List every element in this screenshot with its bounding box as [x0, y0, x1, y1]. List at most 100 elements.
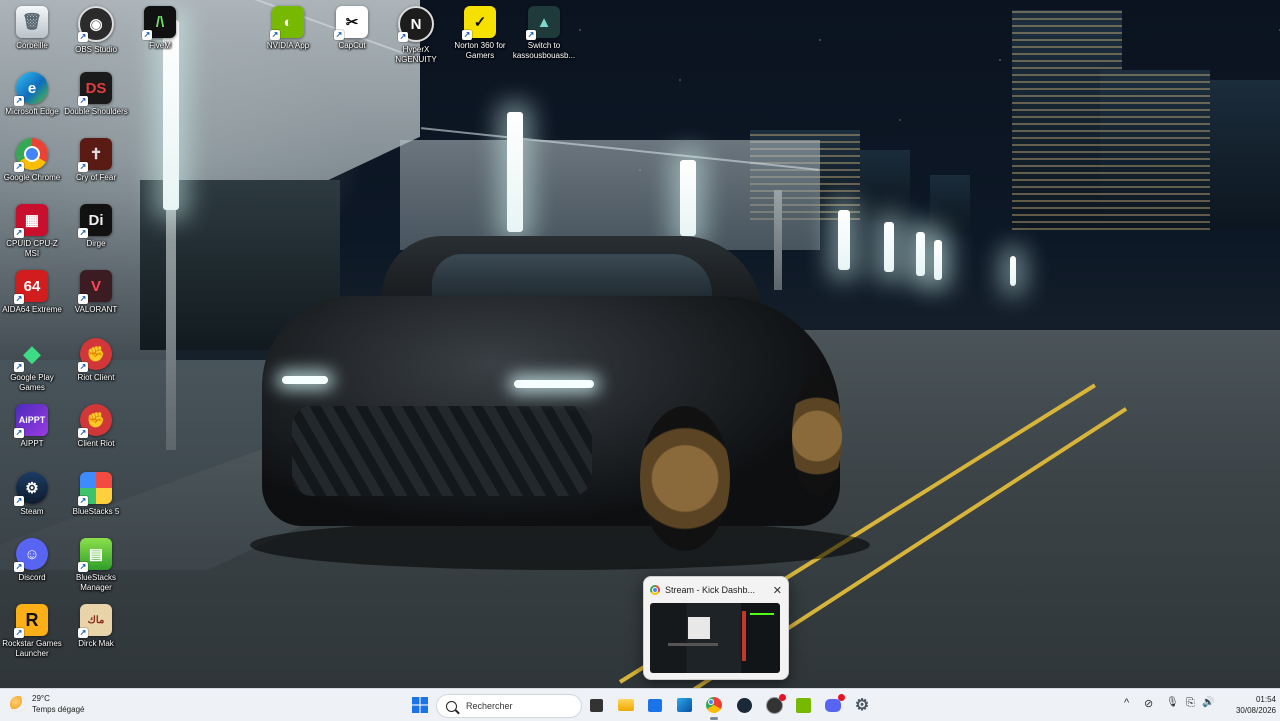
outlook-icon — [676, 698, 692, 712]
weather-desc: Temps dégagé — [32, 705, 85, 714]
desktop-icon-label: CPUID CPU-Z MSI — [6, 239, 58, 258]
folder-icon — [618, 699, 634, 711]
wallpaper-building — [930, 175, 970, 235]
desktop-icon-label: FiveM — [149, 41, 171, 50]
desktop-icon-label: Riot Client — [77, 373, 115, 382]
desktop-icon-cry-of-fear[interactable]: ✝ ↗ Cry of Fear — [64, 138, 128, 183]
fivem-icon: /\ ↗ — [142, 6, 176, 40]
taskbar-nvidia[interactable] — [791, 693, 815, 717]
desktop-icon-steam[interactable]: ⚙ ↗ Steam — [0, 472, 64, 517]
volume-icon[interactable]: 🔊 — [1202, 697, 1214, 708]
preview-screenshot[interactable] — [650, 603, 780, 673]
chrome-icon: ↗ — [14, 138, 48, 172]
taskbar-settings[interactable]: ⚙ — [850, 693, 874, 717]
tray-overflow-button[interactable]: ^ — [1124, 697, 1129, 709]
taskbar-steam[interactable] — [732, 693, 756, 717]
desktop-icon-label: HyperX NGENUITY — [395, 45, 437, 64]
desktop-icon-label: Discord — [18, 573, 46, 582]
start-button[interactable] — [408, 693, 432, 717]
desktop-icon-label: CapCut — [338, 41, 366, 50]
desktop-wallpaper — [0, 0, 1280, 688]
discord-icon — [825, 693, 845, 712]
rockstar-icon: R ↗ — [14, 604, 48, 638]
windows-icon — [412, 697, 428, 713]
desktop-icon-aida64[interactable]: 64 ↗ AIDA64 Extreme — [0, 270, 64, 315]
desktop-icon-nvidia[interactable]: ◐ ↗ NVIDIA App — [256, 6, 320, 51]
desktop-icon-bluestacks[interactable]: ↗ BlueStacks 5 — [64, 472, 128, 517]
desktop-icon-dirck-mak[interactable]: ماك ↗ Dirck Mak — [64, 604, 128, 649]
client-riot-icon: ✊ ↗ — [78, 404, 112, 438]
taskbar-clock[interactable]: 01:54 30/08/2026 — [1222, 694, 1276, 716]
desktop-icon-riot-client[interactable]: ✊ ↗ Riot Client — [64, 338, 128, 383]
taskbar-store[interactable] — [643, 693, 667, 717]
desktop-icon-obs[interactable]: ◉ ↗ OBS Studio — [64, 6, 128, 55]
desktop-icon-norton[interactable]: ✓ ↗ Norton 360 for Gamers — [448, 6, 512, 61]
desktop-icon-capcut[interactable]: ✂ ↗ CapCut — [320, 6, 384, 51]
taskbar-obs[interactable] — [762, 693, 786, 717]
nvidia-icon — [795, 697, 811, 713]
desktop-icon-cpuz[interactable]: ▦ ↗ CPUID CPU-Z MSI — [0, 204, 64, 259]
desktop-icon-bluestacks-manager[interactable]: ▤ ↗ BlueStacks Manager — [64, 538, 128, 593]
gear-icon: ⚙ — [854, 697, 870, 714]
taskbar-search[interactable]: Rechercher — [436, 694, 582, 718]
taskbar-file-explorer[interactable] — [614, 693, 638, 717]
wallpaper-lamp — [884, 222, 894, 272]
store-icon — [648, 698, 662, 712]
wallpaper-lamp — [934, 240, 942, 280]
discord-icon: ☺ ↗ — [14, 538, 48, 572]
preview-panel — [668, 643, 718, 646]
wallpaper-lamp-pole — [166, 200, 176, 450]
wallpaper-building — [860, 150, 910, 220]
desktop-icon-switch-account[interactable]: ▲ ↗ Switch to kassousbouasb... — [512, 6, 576, 61]
car-wheel — [640, 406, 730, 551]
desktop-icon-label: Switch to kassousbouasb... — [512, 41, 576, 60]
desktop-icon-google-play-games[interactable]: ◆ ↗ Google Play Games — [0, 338, 64, 393]
wallpaper-lamp — [507, 112, 523, 232]
nvidia-icon: ◐ ↗ — [270, 6, 304, 40]
wallpaper-skyscraper — [1210, 80, 1280, 230]
desktop-icon-valorant[interactable]: V ↗ VALORANT — [64, 270, 128, 315]
desktop-icon-aippt[interactable]: AiPPT ↗ AIPPT — [0, 404, 64, 449]
desktop-icon-label: BlueStacks Manager — [75, 573, 117, 592]
preview-header: Stream - Kick Dashb... ✕ — [650, 583, 782, 597]
taskbar-task-view[interactable] — [584, 693, 608, 717]
desktop-icon-discord[interactable]: ☺ ↗ Discord — [0, 538, 64, 583]
taskbar-discord[interactable] — [821, 693, 845, 717]
car-grille — [292, 406, 592, 496]
desktop-icon-recycle-bin[interactable]: 🗑 Corbeille — [0, 6, 64, 51]
taskbar-chrome[interactable] — [702, 693, 726, 720]
capcut-icon: ✂ ↗ — [334, 6, 368, 40]
taskbar-window-preview[interactable]: Stream - Kick Dashb... ✕ — [643, 576, 789, 680]
microphone-icon[interactable]: 🎙 — [1166, 697, 1179, 708]
preview-panel — [688, 617, 710, 639]
desktop-icon-client-riot[interactable]: ✊ ↗ Client Riot — [64, 404, 128, 449]
wallpaper-lamp — [916, 232, 925, 276]
wifi-off-icon[interactable]: ⊘ — [1144, 697, 1153, 710]
switch-account-icon: ▲ ↗ — [526, 6, 560, 40]
desktop-icon-label: Microsoft Edge — [5, 107, 59, 116]
taskbar-outlook[interactable] — [672, 693, 696, 717]
network-icon[interactable]: ⎘ — [1186, 697, 1195, 710]
desktop-icon-label: AIDA64 Extreme — [2, 305, 62, 314]
double-shoulders-icon: DS ↗ — [78, 72, 112, 106]
clock-date: 30/08/2026 — [1235, 706, 1276, 715]
preview-panel — [742, 611, 746, 661]
desktop-icon-chrome[interactable]: ↗ Google Chrome — [0, 138, 64, 183]
wallpaper-car — [262, 236, 842, 556]
steam-icon: ⚙ ↗ — [14, 472, 48, 506]
clock-time: 01:54 — [1255, 695, 1276, 704]
desktop-icon-rockstar[interactable]: R ↗ Rockstar Games Launcher — [0, 604, 64, 659]
desktop-icon-hyperx[interactable]: N ↗ HyperX NGENUITY — [384, 6, 448, 65]
weather-temp: 29°C — [32, 694, 50, 703]
desktop-icon-fivem[interactable]: /\ ↗ FiveM — [128, 6, 192, 51]
aida64-icon: 64 ↗ — [14, 270, 48, 304]
car-headlight — [514, 380, 594, 388]
preview-close-button[interactable]: ✕ — [773, 584, 782, 597]
desktop-icon-edge[interactable]: e ↗ Microsoft Edge — [0, 72, 64, 117]
obs-icon: ◉ ↗ — [78, 6, 114, 42]
riot-client-icon: ✊ ↗ — [78, 338, 112, 372]
edge-icon: e ↗ — [14, 72, 48, 106]
desktop-icon-double-shoulders[interactable]: DS ↗ Double Shoulders — [64, 72, 128, 117]
desktop-icon-dirge[interactable]: Di ↗ Dirge — [64, 204, 128, 249]
weather-widget[interactable]: 29°C Temps dégagé — [10, 693, 84, 715]
